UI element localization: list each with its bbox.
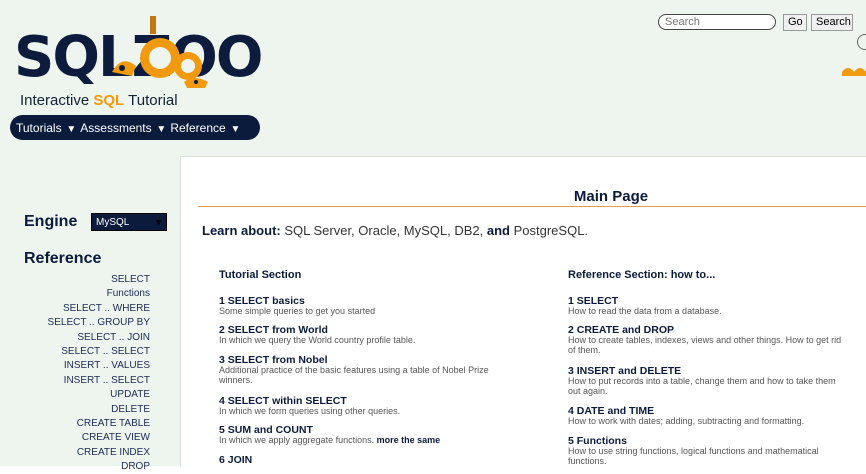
reference-description: functions.: [568, 456, 607, 466]
reference-entry: 1 SELECT How to read the data from a dat…: [568, 296, 722, 316]
nav-tutorials[interactable]: Tutorials ▼: [16, 121, 76, 135]
tutorial-entry: 1 SELECT basics Some simple queries to g…: [219, 296, 375, 316]
reference-link[interactable]: UPDATE: [40, 388, 150, 402]
reference-list: SELECT Functions SELECT .. WHERE SELECT …: [40, 273, 150, 474]
tutorial-link[interactable]: 4 SELECT within SELECT: [219, 396, 400, 407]
nav-reference[interactable]: Reference ▼: [170, 121, 240, 135]
tutorial-description: Some simple queries to get you started: [219, 306, 376, 316]
reference-link[interactable]: SELECT: [40, 273, 150, 287]
engine-label: Engine: [24, 213, 78, 230]
reference-section-link[interactable]: 1 SELECT: [568, 296, 722, 307]
tutorial-description: In which we form queries using other que…: [219, 406, 401, 416]
reference-link[interactable]: CREATE VIEW: [40, 431, 150, 445]
tutorial-description: In which we apply aggregate functions. m…: [219, 435, 441, 445]
decorative-mascot-icon: [842, 68, 866, 76]
triangle-down-icon: ▼: [63, 123, 77, 135]
reference-description: How to put records into a table, change …: [568, 376, 836, 386]
reference-entry: 5 Functions How to use string functions,…: [568, 436, 819, 466]
reference-description: of them.: [568, 345, 601, 355]
tutorial-link[interactable]: 6 JOIN: [219, 455, 252, 466]
reference-section-link[interactable]: 4 DATE and TIME: [568, 406, 804, 417]
tutorial-entry: 2 SELECT from World In which we query th…: [219, 325, 415, 345]
reference-link[interactable]: SELECT .. SELECT: [40, 345, 150, 359]
reference-description: out again.: [568, 386, 608, 396]
reference-description: How to create tables, indexes, views and…: [568, 335, 842, 345]
dropdown-arrow-icon: ▼: [154, 217, 163, 227]
tutorial-entry: 3 SELECT from Nobel Additional practice …: [219, 355, 489, 385]
site-subtitle: Interactive SQL Tutorial: [20, 92, 178, 109]
mascot-logo-icon: [112, 16, 208, 88]
reference-section-link[interactable]: 2 CREATE and DROP: [568, 325, 841, 336]
reference-link[interactable]: INSERT .. VALUES: [40, 359, 150, 373]
tutorial-link[interactable]: 2 SELECT from World: [219, 325, 415, 336]
more-link[interactable]: more the same: [377, 435, 441, 445]
main-nav-bar: Tutorials ▼ Assessments ▼ Reference ▼: [10, 115, 260, 140]
reference-link[interactable]: DELETE: [40, 403, 150, 417]
reference-link[interactable]: SELECT .. JOIN: [40, 331, 150, 345]
reference-link[interactable]: SELECT .. GROUP BY: [40, 316, 150, 330]
search-button[interactable]: Search: [811, 14, 853, 31]
tutorial-link[interactable]: 5 SUM and COUNT: [219, 425, 440, 436]
reference-link[interactable]: CREATE INDEX: [40, 446, 150, 460]
circle-icon[interactable]: [857, 34, 866, 50]
learn-about-line: Learn about: SQL Server, Oracle, MySQL, …: [202, 223, 589, 238]
tutorial-link[interactable]: 3 SELECT from Nobel: [219, 355, 489, 366]
tutorial-description: In which we query the World country prof…: [219, 335, 416, 345]
reference-section-heading: Reference Section: how to...: [568, 269, 716, 281]
go-button[interactable]: Go: [783, 14, 807, 31]
reference-entry: 2 CREATE and DROP How to create tables, …: [568, 325, 841, 355]
search-input[interactable]: [658, 14, 776, 30]
triangle-down-icon: ▼: [153, 123, 167, 135]
tutorial-section-heading: Tutorial Section: [219, 269, 302, 281]
engine-select[interactable]: MySQL ▼: [91, 213, 167, 231]
reference-description: How to use string functions, logical fun…: [568, 446, 819, 456]
tutorial-entry: 6 JOIN: [219, 455, 252, 466]
reference-section-link[interactable]: 3 INSERT and DELETE: [568, 366, 836, 377]
tutorial-entry: 5 SUM and COUNT In which we apply aggreg…: [219, 425, 440, 445]
tutorial-description: Additional practice of the basic feature…: [219, 365, 489, 375]
reference-link[interactable]: INSERT .. SELECT: [40, 374, 150, 388]
nav-assessments[interactable]: Assessments ▼: [80, 121, 166, 135]
reference-description: How to read the data from a database.: [568, 306, 722, 316]
reference-entry: 3 INSERT and DELETE How to put records i…: [568, 366, 836, 396]
reference-section-link[interactable]: 5 Functions: [568, 436, 819, 447]
page-title: Main Page: [573, 188, 649, 205]
title-divider: [198, 206, 866, 207]
reference-description: How to work with dates; adding, subtract…: [568, 416, 805, 426]
tutorial-link[interactable]: 1 SELECT basics: [219, 296, 375, 307]
reference-heading: Reference: [24, 250, 102, 267]
reference-link[interactable]: SELECT .. WHERE: [40, 302, 150, 316]
reference-link[interactable]: DROP: [40, 460, 150, 474]
tutorial-entry: 4 SELECT within SELECT In which we form …: [219, 396, 400, 416]
tutorial-description: winners.: [219, 375, 253, 385]
reference-link[interactable]: Functions: [40, 287, 150, 301]
reference-link[interactable]: CREATE TABLE: [40, 417, 150, 431]
triangle-down-icon: ▼: [227, 123, 241, 135]
reference-entry: 4 DATE and TIME How to work with dates; …: [568, 406, 804, 426]
